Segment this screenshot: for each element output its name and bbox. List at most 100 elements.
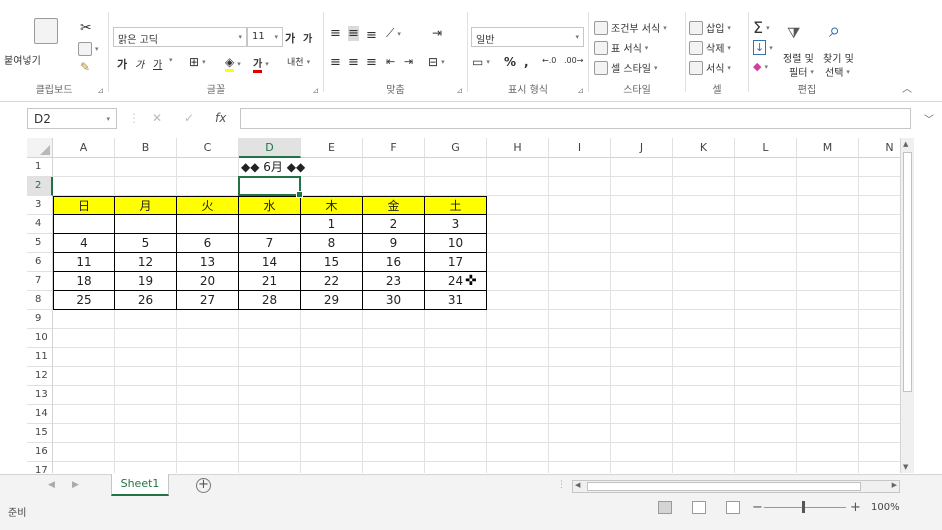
row-header-12[interactable]: 12	[27, 367, 53, 386]
cell[interactable]	[425, 158, 487, 177]
cell[interactable]	[115, 386, 177, 405]
cell[interactable]	[859, 215, 900, 234]
row-header-13[interactable]: 13	[27, 386, 53, 405]
calendar-day-cell[interactable]	[115, 215, 177, 234]
column-header-f[interactable]: F	[363, 138, 425, 158]
cell[interactable]	[301, 386, 363, 405]
calendar-day-cell[interactable]: 17	[425, 253, 487, 272]
cell[interactable]	[177, 367, 239, 386]
prev-sheet-icon[interactable]: ◀	[48, 480, 55, 490]
cell[interactable]	[611, 253, 673, 272]
calendar-day-cell[interactable]: 24	[425, 272, 487, 291]
cell[interactable]	[859, 158, 900, 177]
insert-function-icon[interactable]: fx	[215, 111, 226, 125]
row-header-5[interactable]: 5	[27, 234, 53, 253]
cell[interactable]	[549, 291, 611, 310]
calendar-day-cell[interactable]	[177, 215, 239, 234]
cell[interactable]	[115, 367, 177, 386]
calendar-day-cell[interactable]: 8	[301, 234, 363, 253]
cell[interactable]	[611, 462, 673, 473]
cell[interactable]	[735, 367, 797, 386]
horizontal-scroll-thumb[interactable]	[587, 482, 861, 491]
calendar-day-cell[interactable]	[53, 215, 115, 234]
vertical-scrollbar[interactable]: ▲ ▼	[900, 138, 914, 473]
decrease-decimal-icon[interactable]: .00→	[564, 56, 583, 65]
row-header-15[interactable]: 15	[27, 424, 53, 443]
cell[interactable]	[177, 310, 239, 329]
merge-center-button[interactable]: ⊟ ▾	[428, 55, 445, 69]
fill-button[interactable]: ↓ ▾	[753, 40, 773, 55]
copy-button[interactable]: ▾	[78, 42, 99, 56]
select-all-corner[interactable]	[27, 138, 53, 158]
weekday-header[interactable]: 火	[177, 196, 239, 215]
cell[interactable]	[611, 405, 673, 424]
underline-button[interactable]: 가	[153, 56, 162, 71]
cell[interactable]	[239, 405, 301, 424]
cell[interactable]	[797, 234, 859, 253]
column-header-l[interactable]: L	[735, 138, 797, 158]
calendar-day-cell[interactable]: 13	[177, 253, 239, 272]
enter-icon[interactable]: ✓	[184, 111, 194, 125]
cell[interactable]	[53, 443, 115, 462]
cell[interactable]	[115, 424, 177, 443]
cell[interactable]	[859, 196, 900, 215]
cell[interactable]	[487, 424, 549, 443]
cell[interactable]	[549, 310, 611, 329]
cell-styles-button[interactable]: 셀 스타일 ▾	[594, 60, 658, 75]
weekday-header[interactable]: 水	[239, 196, 301, 215]
cell[interactable]	[425, 329, 487, 348]
clipboard-launcher-icon[interactable]: ⊿	[97, 86, 104, 95]
cell[interactable]	[363, 443, 425, 462]
cell[interactable]	[611, 291, 673, 310]
cell[interactable]	[611, 310, 673, 329]
column-header-e[interactable]: E	[301, 138, 363, 158]
cell[interactable]	[549, 386, 611, 405]
cell[interactable]	[301, 367, 363, 386]
calendar-day-cell[interactable]: 23	[363, 272, 425, 291]
calendar-day-cell[interactable]: 12	[115, 253, 177, 272]
cell[interactable]	[859, 253, 900, 272]
calendar-day-cell[interactable]: 1	[301, 215, 363, 234]
cell[interactable]	[611, 215, 673, 234]
cell[interactable]	[797, 405, 859, 424]
cell[interactable]	[425, 310, 487, 329]
cell[interactable]	[735, 348, 797, 367]
cell[interactable]	[363, 348, 425, 367]
cell[interactable]	[487, 177, 549, 196]
cell[interactable]	[53, 310, 115, 329]
italic-button[interactable]: 가	[135, 56, 144, 71]
cell[interactable]	[549, 234, 611, 253]
cell[interactable]	[735, 424, 797, 443]
calendar-day-cell[interactable]: 21	[239, 272, 301, 291]
cell[interactable]	[859, 329, 900, 348]
cell[interactable]	[301, 424, 363, 443]
cell[interactable]	[301, 348, 363, 367]
cell[interactable]	[549, 348, 611, 367]
cell[interactable]	[673, 215, 735, 234]
cut-icon[interactable]: ✂	[80, 20, 92, 36]
calendar-day-cell[interactable]: 9	[363, 234, 425, 253]
calendar-day-cell[interactable]: 26	[115, 291, 177, 310]
cell[interactable]	[859, 348, 900, 367]
cell[interactable]	[611, 272, 673, 291]
cell[interactable]	[611, 424, 673, 443]
format-button[interactable]: 서식 ▾	[689, 60, 731, 75]
font-name-dropdown[interactable]: 맑은 고딕 ▾	[113, 27, 247, 47]
cell[interactable]	[53, 386, 115, 405]
cell[interactable]	[549, 196, 611, 215]
cancel-icon[interactable]: ✕	[152, 111, 162, 125]
cell[interactable]	[549, 158, 611, 177]
vertical-scroll-thumb[interactable]	[903, 152, 912, 392]
row-header-16[interactable]: 16	[27, 443, 53, 462]
cell[interactable]	[53, 405, 115, 424]
cell[interactable]	[115, 405, 177, 424]
cell[interactable]	[673, 424, 735, 443]
borders-button[interactable]: ⊞ ▾	[189, 55, 206, 69]
calendar-day-cell[interactable]: 30	[363, 291, 425, 310]
cell[interactable]	[735, 234, 797, 253]
conditional-format-button[interactable]: 조건부 서식 ▾	[594, 20, 667, 35]
cell[interactable]	[797, 386, 859, 405]
align-top-icon[interactable]: ≡	[330, 26, 341, 41]
column-header-a[interactable]: A	[53, 138, 115, 158]
cell[interactable]	[425, 405, 487, 424]
